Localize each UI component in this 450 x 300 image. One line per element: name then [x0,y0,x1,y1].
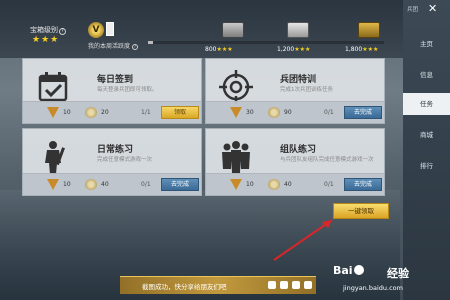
task-progress: 0/1 [324,109,334,116]
activity-v-icon: V [88,22,104,38]
activity-value-box [106,22,114,36]
task-description: 与兵团队友组队完成任意模式游戏一次 [280,157,374,163]
baidu-logo: Bai [333,264,365,277]
coin-reward-icon [85,179,97,190]
task-card-daily-checkin: 每日签到 每天登录兵团即可领取。 10 20 1/1 领取 [22,58,202,124]
task-progress: 0/1 [324,181,334,188]
task-footer: 10 20 1/1 领取 [23,101,201,123]
task-title: 每日签到 [97,75,134,85]
task-card-daily-practice: 日常练习 完成任意模式游戏一次 10 40 0/1 去完成 [22,128,202,196]
squad-icon [222,141,250,173]
sidebar-item-info[interactable]: 信息 [403,64,450,86]
task-footer: 10 40 0/1 去完成 [206,173,384,195]
go-complete-button[interactable]: 去完成 [344,106,382,119]
sidebar: 兵团 ✕ 主页 信息 任务 商城 排行 [403,0,450,300]
task-progress: 0/1 [141,181,151,188]
v-reward-value: 10 [63,109,71,116]
task-card-team-practice: 组队练习 与兵团队友组队完成任意模式游戏一次 10 40 0/1 去完成 [205,128,385,196]
coin-reward-value: 40 [101,181,109,188]
task-description: 完成任意模式游戏一次 [97,157,153,163]
coin-reward-value: 40 [284,181,292,188]
claim-button[interactable]: 领取 [161,106,199,119]
activity-progress-fill [148,41,153,44]
coin-reward-icon [268,107,280,118]
go-complete-button[interactable]: 去完成 [161,178,199,191]
coin-reward-value: 20 [101,109,109,116]
sidebar-item-tasks[interactable]: 任务 [403,93,450,115]
notice-text: 截图成功，快分享给朋友们吧 [142,283,227,291]
task-title: 日常练习 [97,145,134,155]
v-reward-value: 30 [246,109,254,116]
v-reward-icon [47,107,59,118]
red-arrow-annotation [273,219,333,261]
v-reward-value: 10 [63,181,71,188]
chest-level-stars: ★★★ [32,35,60,45]
coin-reward-icon [268,179,280,190]
sidebar-item-rank[interactable]: 排行 [403,155,450,177]
top-bar: 宝箱级别? ★★★ V 我的本周活跃度 ? 800★★★ 1,200★★★ 1,… [0,0,403,58]
crosshair-icon [219,70,253,104]
chest-level-label: 宝箱级别? [30,25,66,35]
calendar-check-icon [38,72,68,102]
task-progress: 1/1 [141,109,151,116]
screenshot-notice: 截图成功，快分享给朋友们吧 [120,276,316,294]
milestone-1200: 1,200★★★ [277,46,311,53]
share-weibo-icon[interactable] [304,281,312,289]
claim-all-button[interactable]: 一键领取 [333,203,389,219]
milestone-800: 800★★★ [205,46,233,53]
activity-progress-bar [148,41,384,44]
share-wechat-icon[interactable] [268,281,276,289]
sidebar-item-home[interactable]: 主页 [403,33,450,55]
coin-reward-icon [85,107,97,118]
watermark-url: jingyan.baidu.com [343,284,403,292]
v-reward-value: 10 [246,181,254,188]
share-moments-icon[interactable] [280,281,288,289]
watermark-brand: 经验 [387,267,409,280]
v-reward-icon [230,179,242,190]
v-reward-icon [230,107,242,118]
soldier-icon [45,141,65,174]
task-footer: 30 90 0/1 去完成 [206,101,384,123]
task-title: 组队练习 [280,145,317,155]
v-reward-icon [47,179,59,190]
baidu-watermark: Bai 经验 jingyan.baidu.com [333,262,445,296]
info-icon[interactable]: ? [131,44,138,50]
milestone-1800: 1,800★★★ [345,46,379,53]
sidebar-item-store[interactable]: 商城 [403,124,450,146]
task-card-squad-training: 兵团特训 完成1次兵团训练任务 30 90 0/1 去完成 [205,58,385,124]
task-description: 每天登录兵团即可领取。 [97,87,158,93]
close-icon[interactable]: ✕ [428,2,437,15]
info-icon[interactable]: ? [59,28,66,35]
sidebar-header: 兵团 [407,7,419,13]
share-qq-icon[interactable] [292,281,300,289]
weekly-activity-label: 我的本周活跃度 ? [88,43,138,50]
task-title: 兵团特训 [280,75,317,85]
coin-reward-value: 90 [284,109,292,116]
white-chest-icon[interactable] [287,22,309,38]
task-description: 完成1次兵团训练任务 [280,87,333,93]
gold-chest-icon[interactable] [358,22,380,38]
paw-icon [353,265,364,275]
silver-chest-icon[interactable] [222,22,244,38]
task-footer: 10 40 0/1 去完成 [23,173,201,195]
go-complete-button[interactable]: 去完成 [344,178,382,191]
